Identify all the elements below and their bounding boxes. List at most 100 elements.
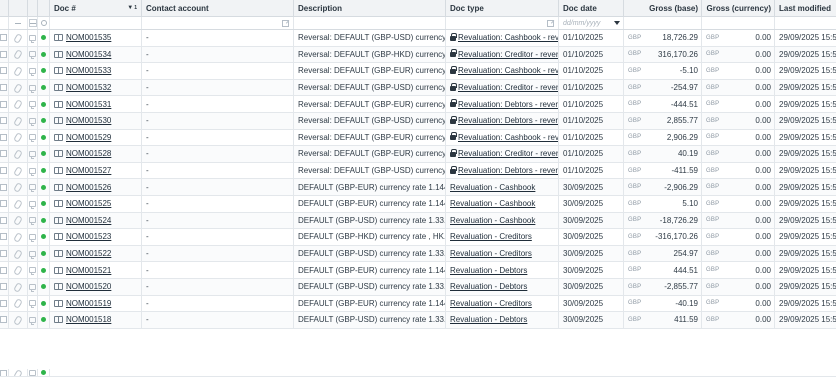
doc-type-link[interactable]: Revaluation: Debtors - rever (450, 165, 558, 175)
doc-link[interactable]: NOM001520 (54, 282, 111, 291)
doc-type-text[interactable]: Revaluation - Debtors (450, 282, 527, 291)
doc-number[interactable]: NOM001533 (66, 66, 111, 75)
doc-type-link[interactable]: Revaluation: Cashbook - rev (450, 32, 558, 42)
table-row[interactable]: NOM001525 - DEFAULT (GBP-EUR) currency r… (0, 196, 836, 213)
doc-type-link[interactable]: Revaluation - Cashbook (450, 216, 535, 225)
doc-type-text[interactable]: Revaluation - Cashbook (450, 199, 535, 208)
column-header-gross-base[interactable]: Gross (base) (624, 0, 702, 16)
paperclip-icon[interactable] (15, 283, 21, 291)
paperclip-icon[interactable] (15, 266, 21, 274)
doc-type-text[interactable]: Revaluation: Cashbook - rev (458, 33, 558, 42)
row-checkbox[interactable] (0, 50, 7, 58)
paperclip-icon[interactable] (15, 150, 21, 158)
doc-link[interactable]: NOM001532 (54, 83, 111, 92)
doc-number[interactable]: NOM001522 (66, 249, 111, 258)
filter-description[interactable] (294, 17, 446, 29)
comment-icon[interactable] (29, 134, 36, 143)
table-row[interactable]: NOM001521 - DEFAULT (GBP-EUR) currency r… (0, 262, 836, 279)
doc-type-text[interactable]: Revaluation: Debtors - rever (458, 166, 558, 175)
doc-number[interactable]: NOM001531 (66, 100, 111, 109)
doc-number[interactable]: NOM001523 (66, 232, 111, 241)
comment-icon[interactable] (29, 200, 36, 209)
doc-type-link[interactable]: Revaluation - Creditors (450, 299, 532, 308)
filter-gross-currency[interactable] (702, 17, 775, 29)
table-row[interactable]: NOM001533 - Reversal: DEFAULT (GBP-EUR) … (0, 63, 836, 80)
doc-type-text[interactable]: Revaluation: Debtors - rever (458, 100, 558, 109)
doc-type-text[interactable]: Revaluation: Debtors - rever (458, 116, 558, 125)
table-row[interactable]: NOM001528 - Reversal: DEFAULT (GBP-EUR) … (0, 146, 836, 163)
comment-icon[interactable] (29, 101, 36, 110)
doc-link[interactable]: NOM001527 (54, 166, 111, 175)
doc-number[interactable]: NOM001524 (66, 216, 111, 225)
table-row[interactable]: NOM001524 - DEFAULT (GBP-USD) currency r… (0, 212, 836, 230)
doc-type-link[interactable]: Revaluation: Debtors - rever (450, 115, 558, 125)
row-checkbox[interactable] (0, 133, 7, 141)
row-checkbox[interactable] (0, 67, 7, 75)
row-checkbox[interactable] (0, 266, 7, 274)
row-checkbox[interactable] (0, 233, 7, 241)
doc-type-text[interactable]: Revaluation - Creditors (450, 249, 532, 258)
doc-type-link[interactable]: Revaluation - Creditors (450, 232, 532, 241)
doc-link[interactable]: NOM001522 (54, 249, 111, 258)
comment-icon[interactable] (29, 300, 36, 309)
filter-edit-icon[interactable] (547, 20, 554, 27)
doc-type-link[interactable]: Revaluation: Creditor - rever (450, 49, 558, 59)
comment-icon[interactable] (29, 84, 36, 93)
doc-type-text[interactable]: Revaluation: Cashbook - rev (458, 133, 558, 142)
row-checkbox[interactable] (0, 200, 7, 208)
paperclip-icon[interactable] (15, 183, 21, 191)
doc-number[interactable]: NOM001518 (66, 315, 111, 324)
column-header-doc-no[interactable]: Doc # ▼ 1 (50, 0, 142, 16)
column-header-doc-date[interactable]: Doc date (559, 0, 624, 16)
comment-icon[interactable] (29, 267, 36, 276)
row-checkbox[interactable] (0, 216, 7, 224)
doc-type-link[interactable]: Revaluation: Debtors - rever (450, 99, 558, 109)
doc-link[interactable]: NOM001525 (54, 199, 111, 208)
row-checkbox[interactable] (0, 299, 7, 307)
comment-icon[interactable] (29, 167, 36, 176)
filter-last-modified[interactable] (775, 17, 836, 29)
comment-icon[interactable] (29, 34, 36, 43)
doc-number[interactable]: NOM001529 (66, 133, 111, 142)
table-row[interactable]: NOM001534 - Reversal: DEFAULT (GBP-HKD) … (0, 46, 836, 64)
doc-link[interactable]: NOM001521 (54, 266, 111, 275)
doc-link[interactable]: NOM001535 (54, 33, 111, 42)
comment-icon[interactable] (29, 150, 36, 159)
paperclip-icon[interactable] (15, 67, 21, 75)
comment-icon[interactable] (29, 117, 36, 126)
doc-type-link[interactable]: Revaluation: Creditor - rever (450, 82, 558, 92)
doc-link[interactable]: NOM001531 (54, 100, 111, 109)
paperclip-icon[interactable] (15, 299, 21, 307)
filter-status-cell[interactable] (38, 17, 50, 29)
doc-type-text[interactable]: Revaluation - Cashbook (450, 183, 535, 192)
comment-icon[interactable] (29, 233, 36, 242)
row-checkbox[interactable] (0, 283, 7, 291)
filter-doc-date[interactable]: dd/mm/yyyy (559, 17, 624, 29)
doc-link[interactable]: NOM001526 (54, 183, 111, 192)
table-row[interactable]: NOM001535 - Reversal: DEFAULT (GBP-USD) … (0, 30, 836, 47)
table-row-partial[interactable] (0, 369, 836, 377)
doc-number[interactable]: NOM001530 (66, 116, 111, 125)
comment-icon[interactable] (29, 217, 36, 226)
table-row[interactable]: NOM001519 - DEFAULT (GBP-EUR) currency r… (0, 295, 836, 313)
doc-number[interactable]: NOM001527 (66, 166, 111, 175)
column-header-gross-currency[interactable]: Gross (currency) (702, 0, 775, 16)
doc-link[interactable]: NOM001533 (54, 66, 111, 75)
row-checkbox[interactable] (0, 167, 7, 175)
paperclip-icon[interactable] (15, 167, 21, 175)
doc-number[interactable]: NOM001535 (66, 33, 111, 42)
paperclip-icon[interactable] (15, 84, 21, 92)
doc-type-text[interactable]: Revaluation - Cashbook (450, 216, 535, 225)
doc-link[interactable]: NOM001518 (54, 315, 111, 324)
doc-type-link[interactable]: Revaluation: Cashbook - rev (450, 132, 558, 142)
doc-number[interactable]: NOM001534 (66, 50, 111, 59)
comment-icon[interactable] (29, 51, 36, 60)
table-row[interactable]: NOM001523 - DEFAULT (GBP-HKD) currency r… (0, 229, 836, 246)
column-header-last-modified[interactable]: Last modified (775, 0, 836, 16)
doc-link[interactable]: NOM001524 (54, 216, 111, 225)
filter-note-cell[interactable] (28, 17, 38, 29)
row-checkbox[interactable] (0, 100, 7, 108)
paperclip-icon[interactable] (15, 250, 21, 258)
table-row[interactable]: NOM001531 - Reversal: DEFAULT (GBP-EUR) … (0, 96, 836, 113)
doc-link[interactable]: NOM001529 (54, 133, 111, 142)
